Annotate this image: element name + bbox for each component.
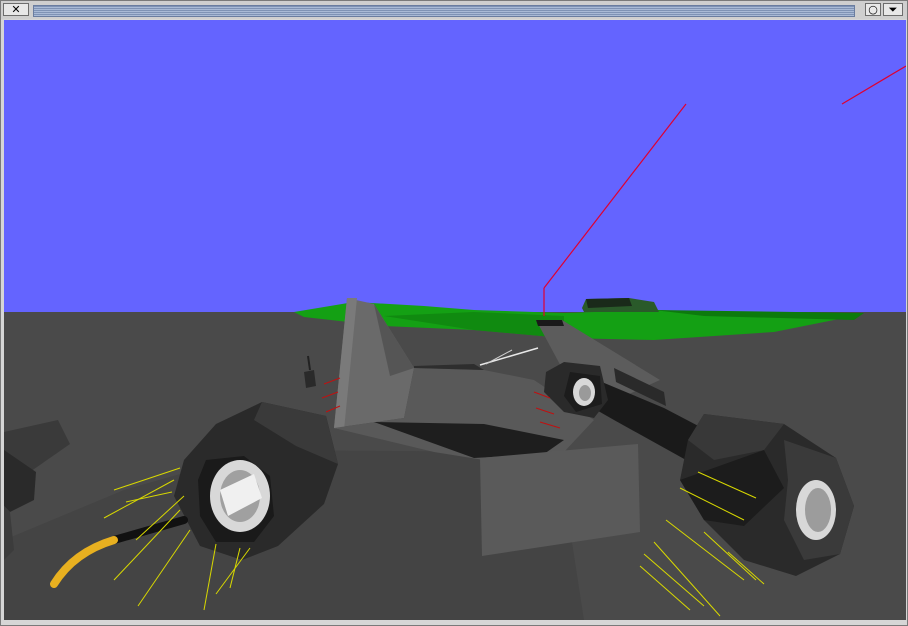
3d-scene[interactable] xyxy=(4,20,906,620)
game-viewport[interactable] xyxy=(4,20,906,620)
game-window: ✕ ○ ⏷ xyxy=(0,0,908,626)
circle-icon: ○ xyxy=(868,3,878,16)
close-icon: ✕ xyxy=(11,3,21,16)
sky xyxy=(4,20,906,320)
iconify-button[interactable]: ○ xyxy=(865,3,881,16)
window-menu-button[interactable]: ⏷ xyxy=(883,3,903,16)
window-titlebar[interactable]: ✕ ○ ⏷ xyxy=(1,1,907,19)
chevron-down-icon: ⏷ xyxy=(888,3,898,16)
close-button[interactable]: ✕ xyxy=(3,3,29,16)
title-drag-area[interactable] xyxy=(33,5,855,17)
